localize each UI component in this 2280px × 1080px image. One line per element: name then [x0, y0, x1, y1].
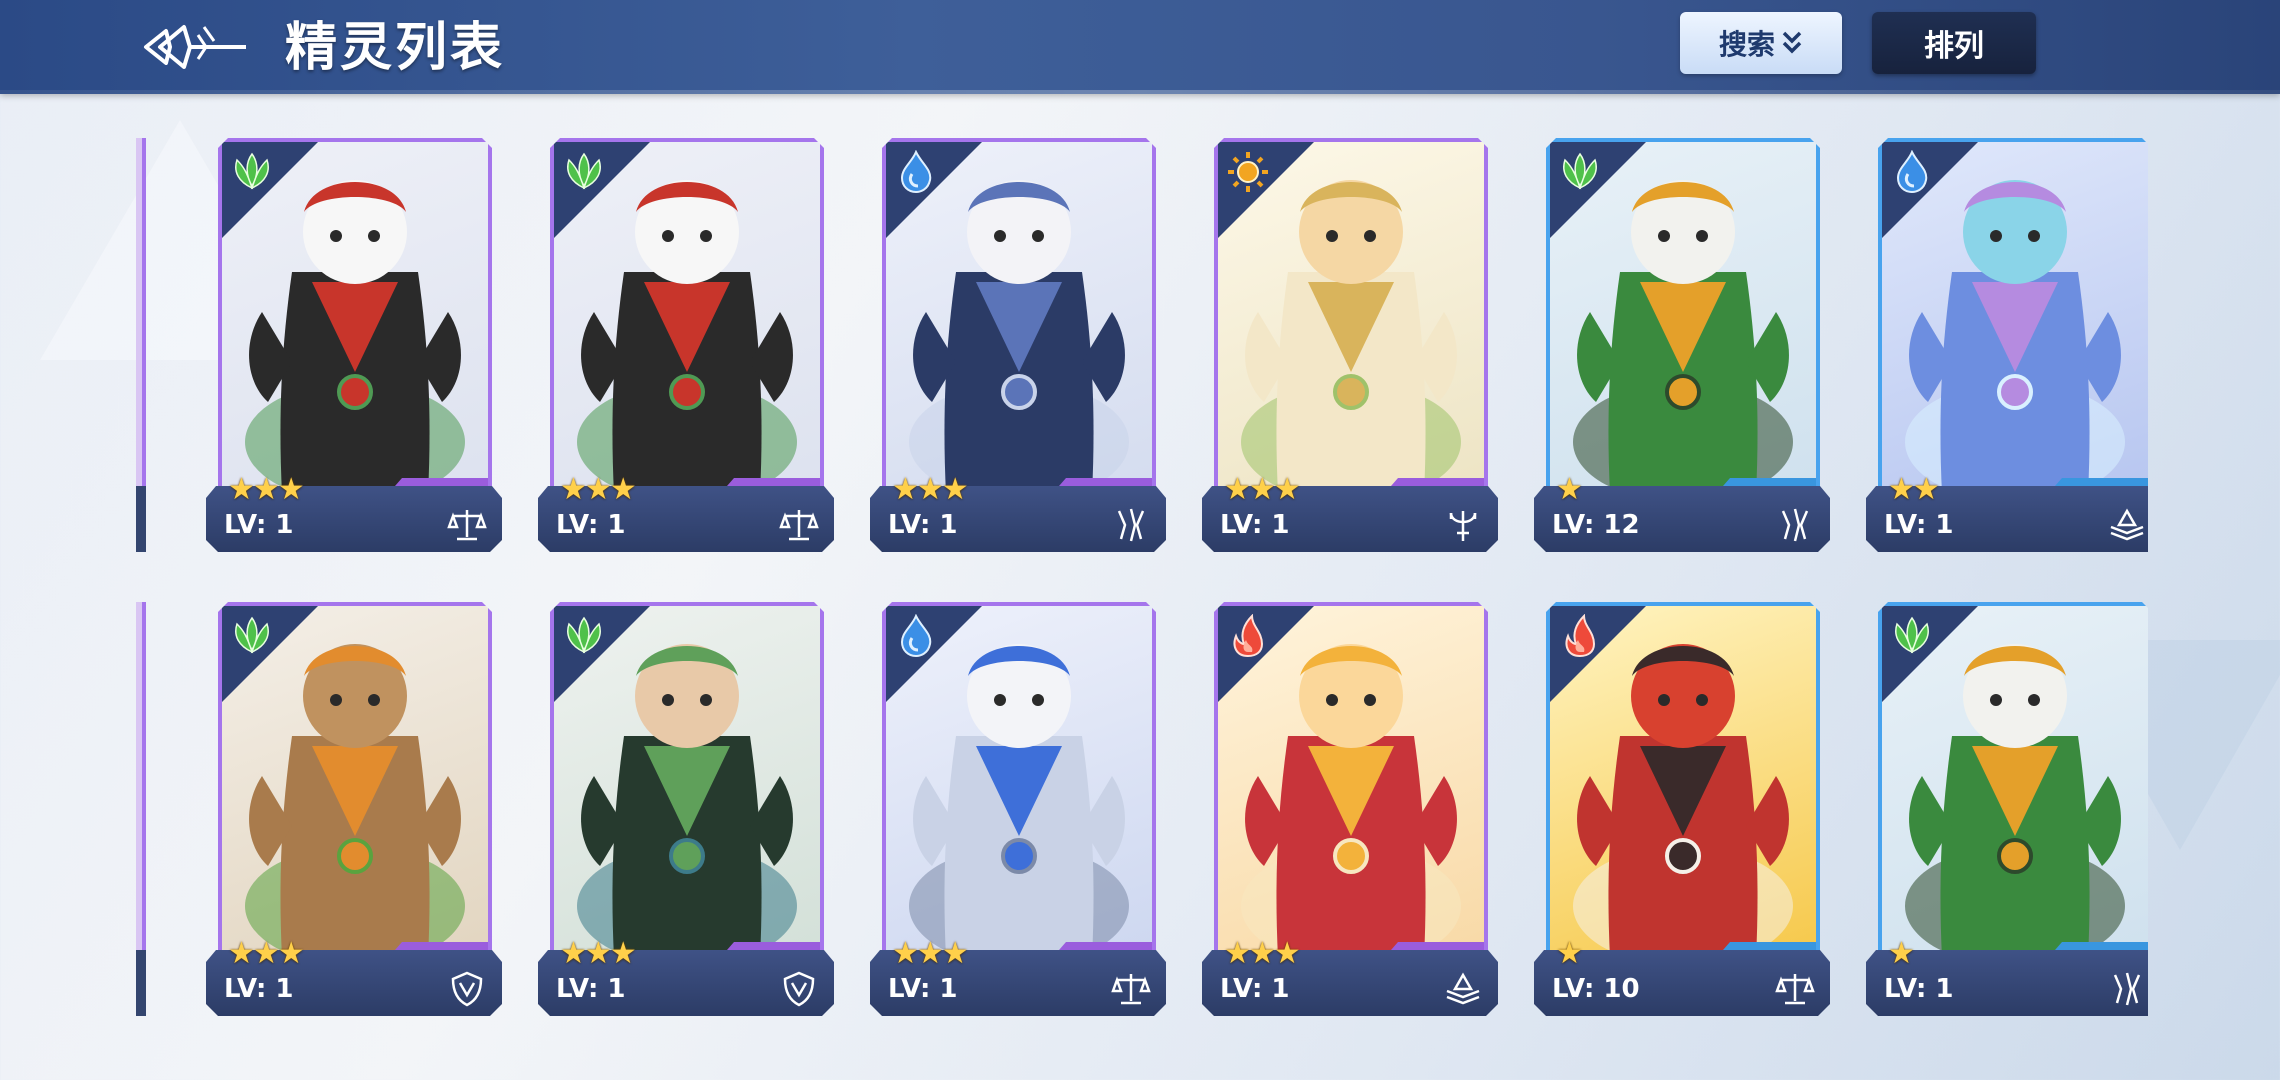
water-element-icon: [1886, 146, 1938, 198]
leaf-element-icon: [226, 146, 278, 198]
claw-role-icon: [1772, 504, 1818, 546]
card-frame: [550, 602, 824, 962]
card-frame: [550, 138, 824, 498]
card-frame: [882, 138, 1156, 498]
star-rating: ★★★: [560, 472, 637, 507]
card-frame: [1546, 602, 1820, 962]
scales-role-icon: [1772, 968, 1818, 1010]
claw-role-icon: [1108, 504, 1154, 546]
star-rating: ★★★: [1224, 936, 1301, 971]
spirit-card[interactable]: ★★★ LV: 1: [1202, 602, 1498, 1018]
search-button-label: 搜索: [1718, 28, 1775, 61]
book-role-icon: [2104, 504, 2148, 546]
card-frame: [882, 602, 1156, 962]
fire-element-icon: [1222, 610, 1274, 662]
leaf-element-icon: [558, 610, 610, 662]
level-label: LV: 1: [224, 510, 294, 540]
leaf-element-icon: [226, 610, 278, 662]
back-button[interactable]: [140, 10, 250, 84]
page-title: 精灵列表: [285, 18, 506, 78]
sort-button[interactable]: 排列: [1872, 12, 2036, 74]
level-label: LV: 1: [1220, 510, 1290, 540]
star-rating: ★★★: [228, 936, 305, 971]
spirit-card[interactable]: ★★★ LV: 1: [1202, 138, 1498, 556]
card-frame: [1214, 138, 1488, 498]
spirit-card-partial[interactable]: [136, 602, 146, 1018]
top-bar: 精灵列表 搜索 排列: [0, 0, 2280, 94]
shield-role-icon: [444, 968, 490, 1010]
chevron-double-down-icon: [1782, 31, 1802, 54]
spirit-card[interactable]: ★★★ LV: 1: [538, 138, 834, 556]
star-rating: ★★★: [892, 472, 969, 507]
star-rating: ★: [1556, 936, 1583, 971]
spirit-card[interactable]: ★★★ LV: 1: [206, 138, 502, 556]
back-arrow-icon: [144, 25, 246, 69]
card-plate: [136, 486, 146, 552]
level-label: LV: 1: [888, 510, 958, 540]
card-frame: [218, 138, 492, 498]
card-frame: [1214, 602, 1488, 962]
level-label: LV: 1: [888, 974, 958, 1004]
leaf-element-icon: [1886, 610, 1938, 662]
spirit-card-partial[interactable]: [136, 138, 146, 556]
spirit-card[interactable]: ★★ LV: 1: [1866, 138, 2148, 556]
scales-role-icon: [444, 504, 490, 546]
shield-role-icon: [776, 968, 822, 1010]
spirit-card[interactable]: ★ LV: 1: [1866, 602, 2148, 1018]
card-frame: [1878, 602, 2148, 962]
spirit-card[interactable]: ★★★ LV: 1: [538, 602, 834, 1018]
star-rating: ★★: [1888, 472, 1940, 507]
star-rating: ★★★: [1224, 472, 1301, 507]
card-plate: [136, 950, 146, 1016]
level-label: LV: 12: [1552, 510, 1640, 540]
spirit-card[interactable]: ★★★ LV: 1: [870, 602, 1166, 1018]
water-element-icon: [890, 610, 942, 662]
star-rating: ★★★: [228, 472, 305, 507]
level-label: LV: 1: [556, 974, 626, 1004]
spirit-card[interactable]: ★★★ LV: 1: [206, 602, 502, 1018]
search-button[interactable]: 搜索: [1680, 12, 1842, 74]
fire-element-icon: [1554, 610, 1606, 662]
card-frame: [218, 602, 492, 962]
star-rating: ★: [1888, 936, 1915, 971]
spirit-grid: ★★★ LV: 1 ★★★ LV: 1 ★★★ LV: 1 ★★★ LV: 1 …: [136, 138, 2148, 1018]
water-element-icon: [890, 146, 942, 198]
spirit-card[interactable]: ★ LV: 12: [1534, 138, 1830, 556]
claw-role-icon: [2104, 968, 2148, 1010]
spirit-card[interactable]: ★★★ LV: 1: [870, 138, 1166, 556]
scales-role-icon: [1108, 968, 1154, 1010]
level-label: LV: 1: [1884, 510, 1954, 540]
card-frame: [136, 602, 146, 962]
level-label: LV: 1: [1884, 974, 1954, 1004]
card-frame: [1546, 138, 1820, 498]
star-rating: ★: [1556, 472, 1583, 507]
scales-role-icon: [776, 504, 822, 546]
level-label: LV: 1: [1220, 974, 1290, 1004]
light-element-icon: [1222, 146, 1274, 198]
level-label: LV: 1: [556, 510, 626, 540]
star-rating: ★★★: [892, 936, 969, 971]
card-frame: [1878, 138, 2148, 498]
trident-role-icon: [1440, 504, 1486, 546]
level-label: LV: 10: [1552, 974, 1640, 1004]
spirit-card[interactable]: ★ LV: 10: [1534, 602, 1830, 1018]
star-rating: ★★★: [560, 936, 637, 971]
level-label: LV: 1: [224, 974, 294, 1004]
leaf-element-icon: [558, 146, 610, 198]
card-frame: [136, 138, 146, 498]
leaf-element-icon: [1554, 146, 1606, 198]
book-role-icon: [1440, 968, 1486, 1010]
